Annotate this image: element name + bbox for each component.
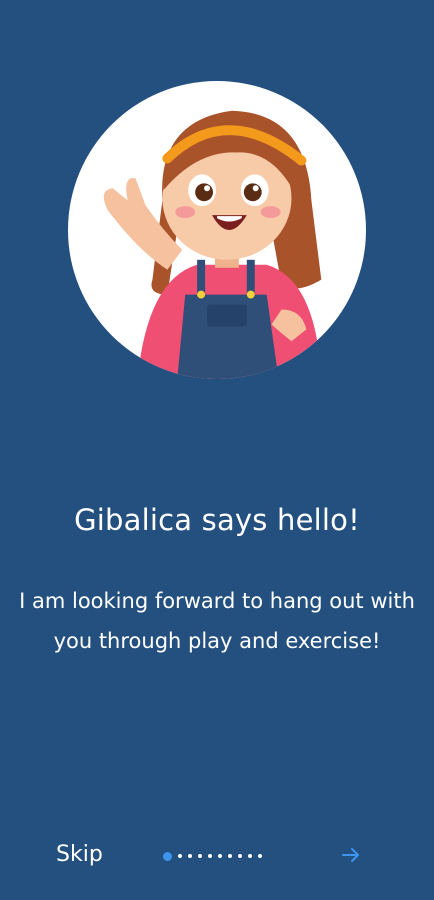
page-dot[interactable]: [198, 854, 202, 858]
page-dot[interactable]: [238, 854, 242, 858]
onboarding-footer: Skip: [0, 830, 434, 880]
page-dot[interactable]: [188, 854, 192, 858]
description-text: I am looking forward to hang out with yo…: [19, 589, 415, 653]
avatar-circle: [68, 81, 366, 379]
page-title: Gibalica says hello!: [74, 503, 360, 538]
girl-waving-illustration: [103, 110, 322, 379]
arrow-right-icon: [342, 848, 359, 862]
page-dot[interactable]: [218, 854, 222, 858]
next-button[interactable]: [338, 842, 364, 868]
page-dot[interactable]: [208, 854, 212, 858]
page-dot[interactable]: [178, 854, 182, 858]
page-indicator: [163, 851, 268, 861]
page-dot[interactable]: [228, 854, 232, 858]
skip-button[interactable]: Skip: [56, 842, 103, 867]
page-dot[interactable]: [248, 854, 252, 858]
page-dot[interactable]: [258, 854, 262, 858]
page-dot-active[interactable]: [163, 851, 172, 861]
